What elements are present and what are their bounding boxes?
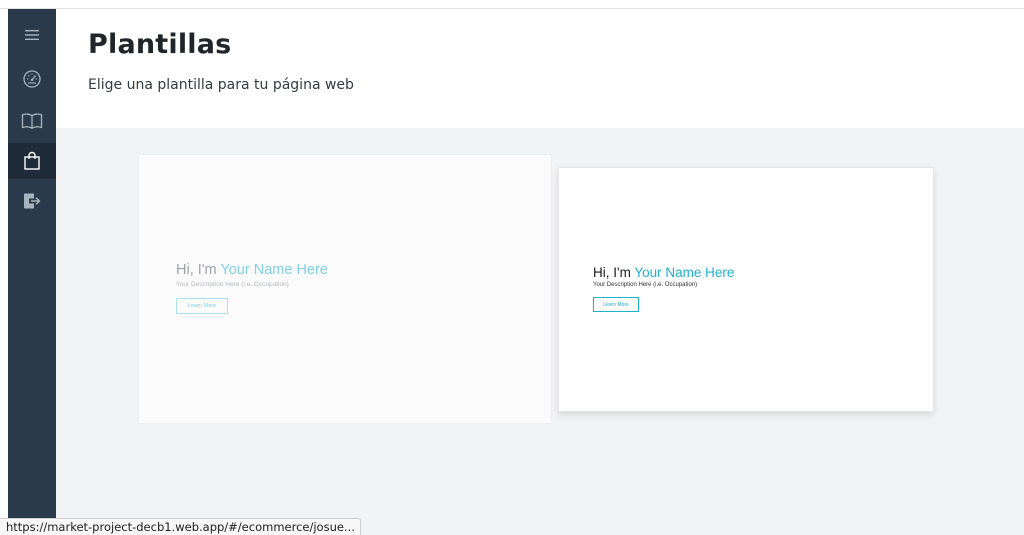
- learn-more-button: Learn More: [176, 298, 228, 314]
- menu-icon: [25, 30, 39, 40]
- template-preview: Hi, I'm Your Name Here Your Description …: [593, 265, 734, 312]
- learn-more-button: Learn More: [593, 297, 639, 312]
- template-greeting: Hi, I'm Your Name Here: [593, 265, 734, 280]
- dashboard-icon: [23, 70, 41, 88]
- sidebar-item-templates[interactable]: [8, 143, 56, 179]
- template-greeting-text: Hi, I'm: [593, 265, 635, 280]
- status-bar-url: https://market-project-decb1.web.app/#/e…: [0, 518, 361, 535]
- page-subtitle: Elige una plantilla para tu página web: [88, 77, 354, 93]
- template-greeting: Hi, I'm Your Name Here: [176, 262, 328, 278]
- sidebar-item-logout[interactable]: [8, 183, 56, 219]
- book-icon: [21, 113, 43, 129]
- page-title: Plantillas: [88, 29, 232, 60]
- templates-gallery: Hi, I'm Your Name Here Your Description …: [56, 128, 1024, 535]
- sidebar-item-book[interactable]: [8, 103, 56, 139]
- template-description: Your Description Here (i.e. Occupation): [176, 281, 289, 288]
- template-preview: Hi, I'm Your Name Here Your Description …: [176, 262, 328, 314]
- shopping-bag-icon: [24, 151, 40, 170]
- template-description: Your Description Here (i.e. Occupation): [593, 282, 698, 288]
- logout-icon: [24, 193, 41, 209]
- sidebar-item-dashboard[interactable]: [8, 61, 56, 97]
- template-card[interactable]: Hi, I'm Your Name Here Your Description …: [558, 167, 934, 412]
- page-header: Plantillas Elige una plantilla para tu p…: [56, 9, 1024, 128]
- template-name: Your Name Here: [220, 262, 328, 278]
- sidebar-item-menu[interactable]: [8, 17, 56, 53]
- template-card[interactable]: Hi, I'm Your Name Here Your Description …: [138, 154, 552, 424]
- template-name: Your Name Here: [634, 265, 735, 280]
- template-greeting-text: Hi, I'm: [176, 262, 221, 278]
- sidebar: [8, 9, 56, 535]
